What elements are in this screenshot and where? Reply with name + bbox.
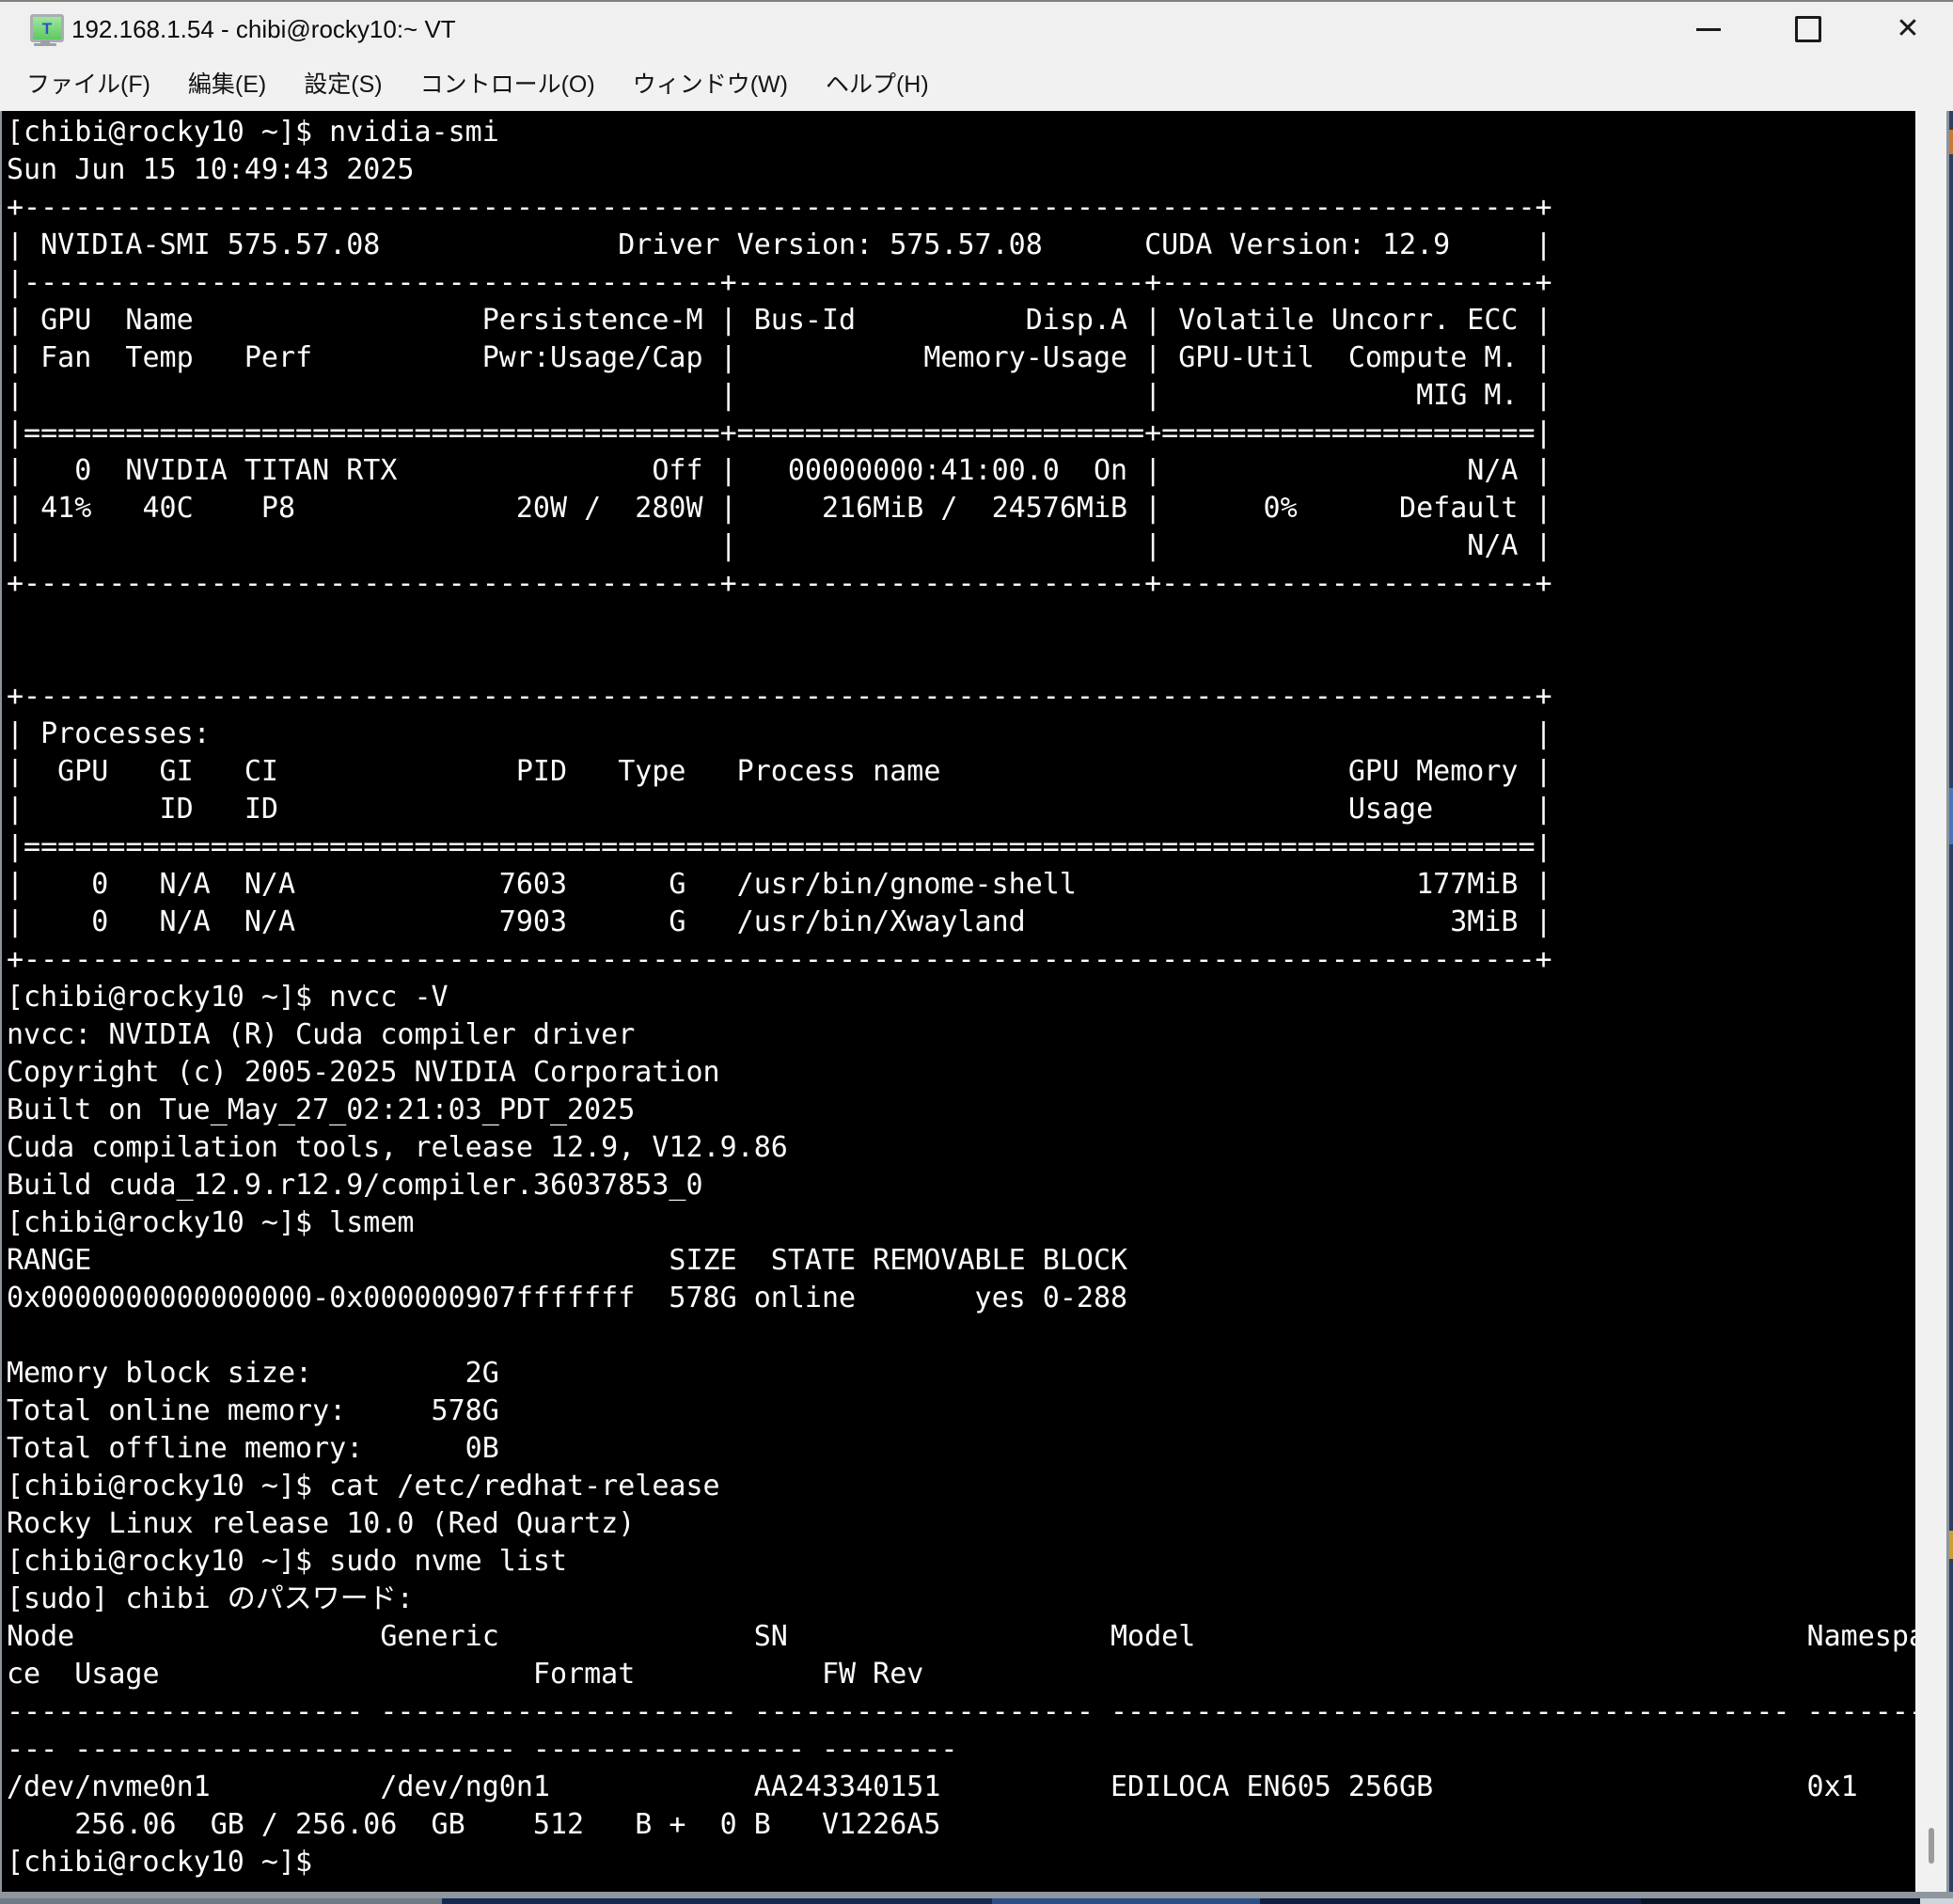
close-icon: ✕: [1896, 13, 1920, 44]
menu-control[interactable]: コントロール(O): [405, 60, 610, 105]
menu-file[interactable]: ファイル(F): [11, 60, 165, 105]
menu-setup[interactable]: 設定(S): [289, 60, 397, 105]
title-bar[interactable]: T 192.168.1.54 - chibi@rocky10:~ VT ✕: [0, 0, 1953, 55]
terminal-screen[interactable]: [chibi@rocky10 ~]$ nvidia-smi Sun Jun 15…: [2, 111, 1915, 1892]
taskbar-peek: [0, 1898, 1953, 1904]
teraterm-icon: T: [28, 14, 64, 46]
menu-help[interactable]: ヘルプ(H): [811, 60, 944, 105]
menu-bar: ファイル(F) 編集(E) 設定(S) コントロール(O) ウィンドウ(W) ヘ…: [0, 55, 1953, 111]
scrollbar-track[interactable]: [1915, 111, 1946, 1892]
scrollbar-thumb[interactable]: [1929, 1828, 1934, 1864]
desktop-edge-sliver: [1949, 111, 1953, 1892]
minimize-button[interactable]: [1678, 2, 1739, 56]
close-button[interactable]: ✕: [1878, 2, 1938, 56]
menu-edit[interactable]: 編集(E): [173, 60, 281, 105]
menu-window[interactable]: ウィンドウ(W): [618, 60, 803, 105]
maximize-button[interactable]: [1778, 2, 1838, 56]
terminal-output: [chibi@rocky10 ~]$ nvidia-smi Sun Jun 15…: [7, 116, 1915, 1879]
maximize-icon: [1795, 16, 1821, 42]
window-bottom-border: [0, 1892, 1953, 1898]
window-title: 192.168.1.54 - chibi@rocky10:~ VT: [71, 15, 456, 43]
minimize-icon: [1696, 27, 1721, 31]
teraterm-icon-screen: T: [30, 14, 64, 42]
teraterm-window: T 192.168.1.54 - chibi@rocky10:~ VT ✕ ファ…: [0, 0, 1953, 1904]
